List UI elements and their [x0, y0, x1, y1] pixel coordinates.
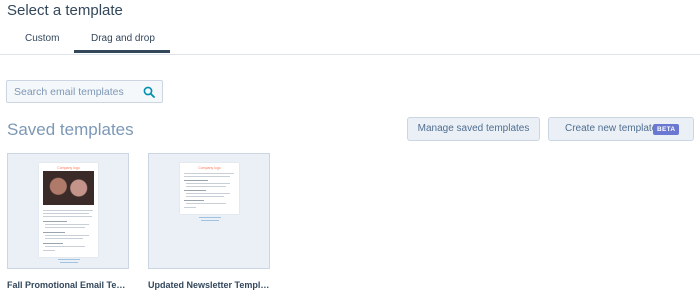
- tab-custom[interactable]: Custom: [25, 33, 59, 44]
- manage-saved-templates-button[interactable]: Manage saved templates: [407, 117, 540, 141]
- template-name[interactable]: Updated Newsletter Templ…: [148, 280, 270, 290]
- preview-image: [43, 171, 94, 205]
- template-preview: Company logo: [39, 163, 98, 257]
- search-box: [6, 80, 163, 103]
- company-logo-text: Company logo: [198, 166, 221, 170]
- template-tabs: Custom Drag and drop: [0, 26, 700, 55]
- beta-badge: BETA: [653, 124, 680, 135]
- tab-drag-and-drop[interactable]: Drag and drop: [91, 33, 155, 44]
- template-preview: Company logo: [180, 163, 239, 214]
- company-logo-text: Company logo: [57, 166, 80, 170]
- template-card[interactable]: Company logo: [7, 153, 129, 269]
- search-input[interactable]: [7, 81, 142, 102]
- template-card[interactable]: Company logo: [148, 153, 270, 269]
- page-title: Select a template: [7, 2, 123, 19]
- create-new-template-button[interactable]: Create new template BETA: [548, 117, 694, 141]
- template-name[interactable]: Fall Promotional Email Tem…: [7, 280, 129, 290]
- saved-templates-heading: Saved templates: [7, 120, 134, 139]
- create-new-template-label: Create new template: [565, 123, 658, 134]
- active-tab-indicator: [74, 50, 170, 53]
- search-icon[interactable]: [143, 86, 155, 98]
